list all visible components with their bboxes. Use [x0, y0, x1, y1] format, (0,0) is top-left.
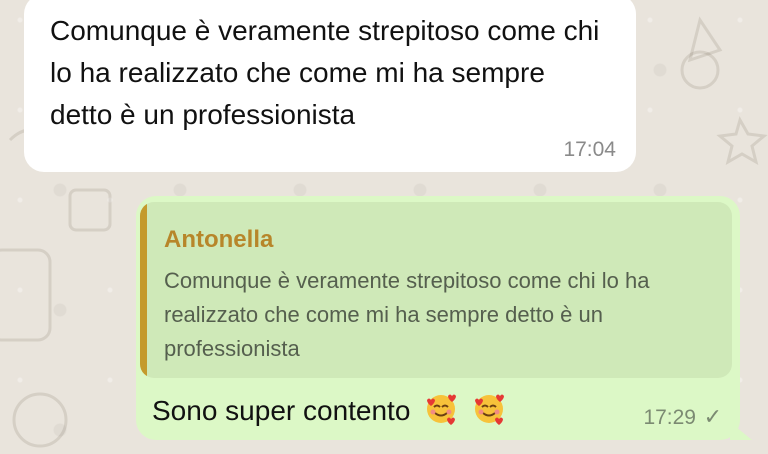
incoming-message-time: 17:04 [563, 138, 616, 161]
quoted-message[interactable]: Antonella Comunque è veramente strepitos… [140, 202, 732, 378]
quote-accent-bar [140, 202, 147, 378]
bubble-tail [730, 422, 752, 440]
incoming-message-text: Comunque è veramente strepitoso come chi… [50, 15, 600, 130]
outgoing-message-bubble[interactable]: Antonella Comunque è veramente strepitos… [136, 196, 752, 440]
incoming-message-bubble[interactable]: Comunque è veramente strepitoso come chi… [24, 0, 636, 172]
outgoing-message-time: 17:29 [643, 406, 696, 429]
smiling-face-with-hearts-icon [472, 392, 506, 433]
quoted-text: Comunque è veramente strepitoso come chi… [164, 268, 650, 361]
smiling-face-with-hearts-icon [424, 392, 458, 433]
outgoing-message-content: Sono super contento [152, 392, 506, 433]
single-check-icon: ✓ [703, 404, 722, 429]
outgoing-message-text: Sono super contento [152, 395, 411, 426]
quoted-author: Antonella [164, 226, 274, 253]
